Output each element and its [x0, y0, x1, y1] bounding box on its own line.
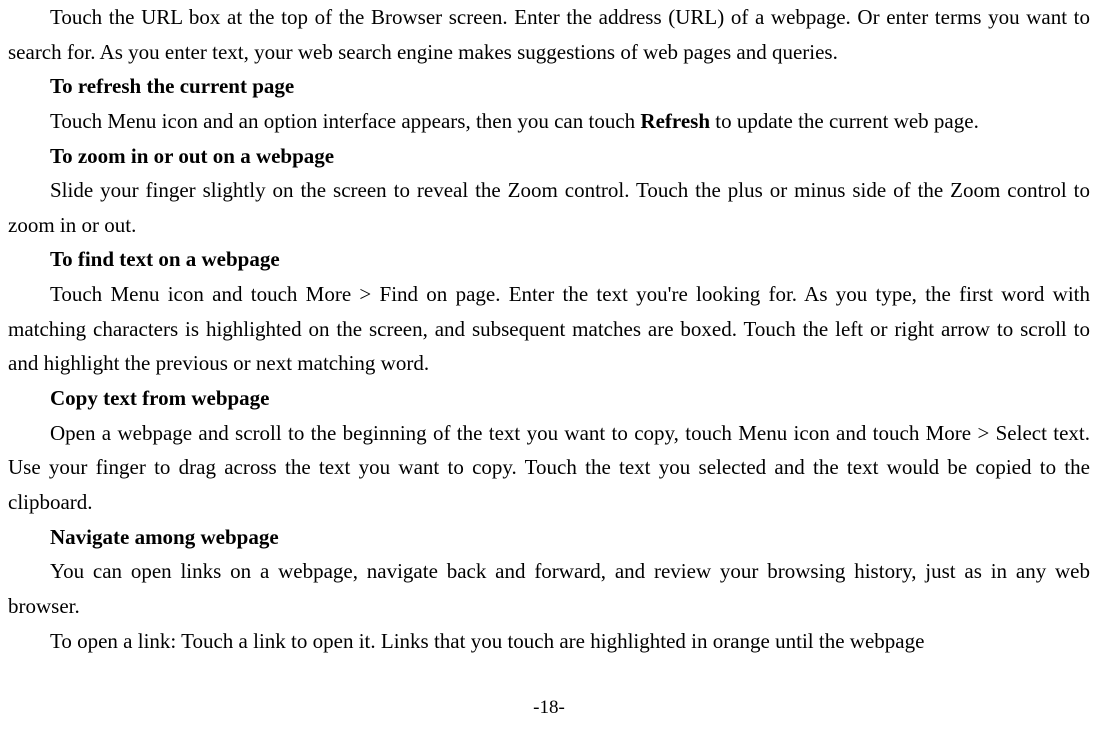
page-number: -18- [0, 692, 1098, 723]
section-heading-navigate: Navigate among webpage [8, 520, 1090, 555]
section-body-find: Touch Menu icon and touch More > Find on… [8, 277, 1090, 381]
intro-paragraph: Touch the URL box at the top of the Brow… [8, 0, 1090, 69]
section-heading-copy: Copy text from webpage [8, 381, 1090, 416]
section-heading-find: To find text on a webpage [8, 242, 1090, 277]
section-body-copy: Open a webpage and scroll to the beginni… [8, 416, 1090, 520]
section-heading-zoom: To zoom in or out on a webpage [8, 139, 1090, 174]
refresh-post-text: to update the current web page. [710, 109, 979, 133]
section-body-zoom: Slide your finger slightly on the screen… [8, 173, 1090, 242]
refresh-pre-text: Touch Menu icon and an option interface … [50, 109, 640, 133]
section-heading-refresh: To refresh the current page [8, 69, 1090, 104]
refresh-bold-text: Refresh [640, 109, 710, 133]
section-body-refresh: Touch Menu icon and an option interface … [8, 104, 1090, 139]
section-body-navigate: You can open links on a webpage, navigat… [8, 554, 1090, 623]
open-link-paragraph: To open a link: Touch a link to open it.… [8, 624, 1090, 659]
document-content: Touch the URL box at the top of the Brow… [8, 0, 1090, 658]
